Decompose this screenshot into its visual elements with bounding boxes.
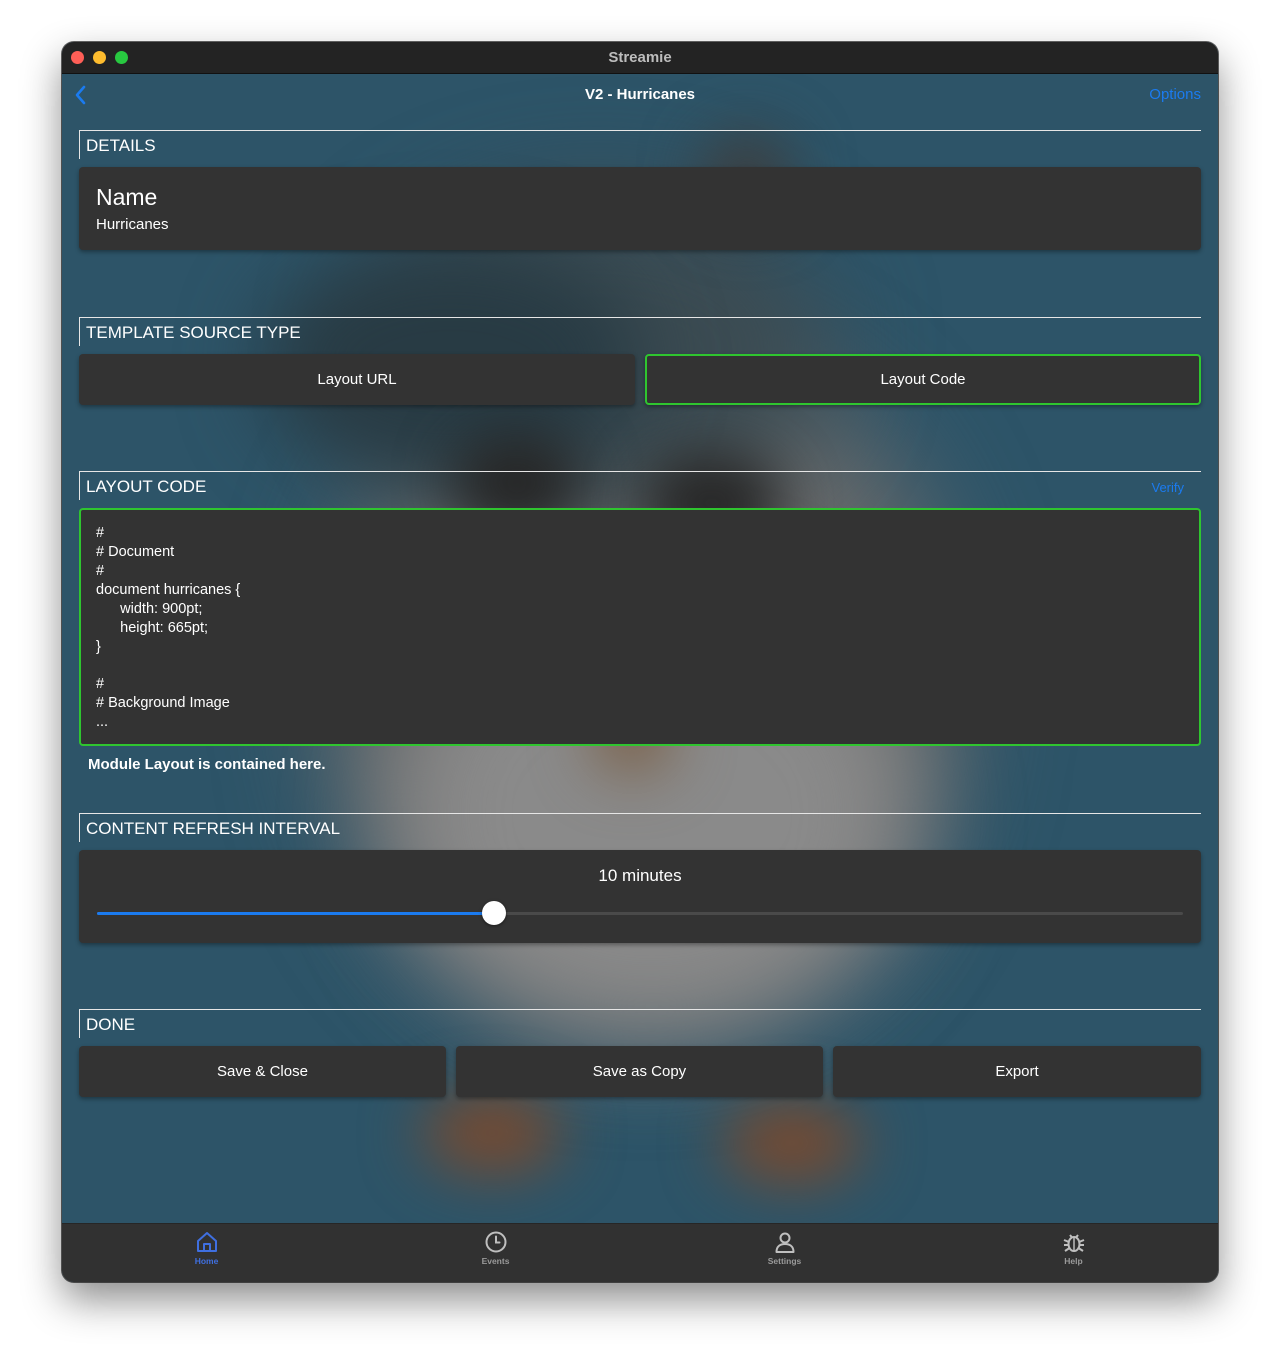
refresh-interval-header-label: CONTENT REFRESH INTERVAL bbox=[86, 819, 341, 838]
refresh-interval-slider[interactable] bbox=[97, 901, 1183, 925]
tab-label: Events bbox=[481, 1256, 510, 1266]
layout-code-helper-text: Module Layout is contained here. bbox=[88, 756, 326, 773]
done-header-label: DONE bbox=[86, 1015, 136, 1034]
layout-url-option[interactable]: Layout URL bbox=[79, 354, 635, 405]
verify-button[interactable]: Verify bbox=[1151, 480, 1184, 495]
slider-thumb[interactable] bbox=[482, 901, 507, 925]
code-line: } bbox=[96, 639, 101, 655]
home-icon bbox=[196, 1232, 217, 1252]
bug-icon bbox=[1063, 1234, 1084, 1252]
done-section-header: DONE bbox=[79, 1009, 1201, 1038]
code-line: height: 665pt; bbox=[96, 620, 209, 636]
options-button[interactable]: Options bbox=[1149, 86, 1201, 103]
refresh-interval-value: 10 minutes bbox=[598, 866, 682, 885]
name-label: Name bbox=[96, 184, 158, 210]
layout-code-section-header: LAYOUT CODE bbox=[79, 471, 1201, 500]
tab-label: Home bbox=[194, 1256, 219, 1266]
code-line: # Background Image bbox=[96, 695, 230, 711]
code-line: document hurricanes { bbox=[96, 582, 241, 598]
layout-code-header-label: LAYOUT CODE bbox=[86, 477, 207, 496]
template-source-header-label: TEMPLATE SOURCE TYPE bbox=[86, 323, 301, 342]
tab-bar: Home Events Settings Help bbox=[62, 1223, 1218, 1282]
tab-events[interactable]: Events bbox=[351, 1224, 640, 1282]
code-line: ... bbox=[96, 714, 109, 730]
layout-code-editor[interactable]: # # Document # document hurricanes { wid… bbox=[79, 508, 1201, 746]
save-close-button[interactable]: Save & Close bbox=[79, 1046, 446, 1097]
clock-icon bbox=[485, 1231, 506, 1253]
details-section-header: DETAILS bbox=[79, 130, 1201, 159]
window-title: Streamie bbox=[608, 49, 672, 66]
code-line: width: 900pt; bbox=[96, 601, 203, 617]
refresh-interval-section-header: CONTENT REFRESH INTERVAL bbox=[79, 813, 1201, 842]
template-source-section-header: TEMPLATE SOURCE TYPE bbox=[79, 317, 1201, 346]
page-title: V2 - Hurricanes bbox=[584, 86, 696, 103]
export-button[interactable]: Export bbox=[833, 1046, 1201, 1097]
slider-fill bbox=[97, 912, 495, 915]
code-line: # bbox=[96, 563, 105, 579]
tab-label: Settings bbox=[767, 1256, 802, 1266]
code-line: # Document bbox=[96, 544, 175, 560]
code-line: # bbox=[96, 676, 105, 692]
tab-home[interactable]: Home bbox=[62, 1224, 351, 1282]
layout-code-option[interactable]: Layout Code bbox=[645, 354, 1201, 405]
app-window: Streamie V2 - Hurricanes Options DETAILS… bbox=[62, 42, 1218, 1282]
save-copy-button[interactable]: Save as Copy bbox=[456, 1046, 823, 1097]
code-line: # bbox=[96, 525, 105, 541]
tab-help[interactable]: Help bbox=[929, 1224, 1218, 1282]
navigation-bar: V2 - Hurricanes Options bbox=[62, 73, 1218, 117]
tab-settings[interactable]: Settings bbox=[640, 1224, 929, 1282]
person-icon bbox=[775, 1232, 794, 1253]
name-value: Hurricanes bbox=[96, 216, 169, 233]
title-bar: Streamie bbox=[62, 42, 1218, 74]
name-card[interactable]: Name Hurricanes bbox=[79, 167, 1201, 250]
tab-label: Help bbox=[1064, 1256, 1083, 1266]
details-header-label: DETAILS bbox=[86, 136, 156, 155]
refresh-interval-card: 10 minutes bbox=[79, 850, 1201, 943]
